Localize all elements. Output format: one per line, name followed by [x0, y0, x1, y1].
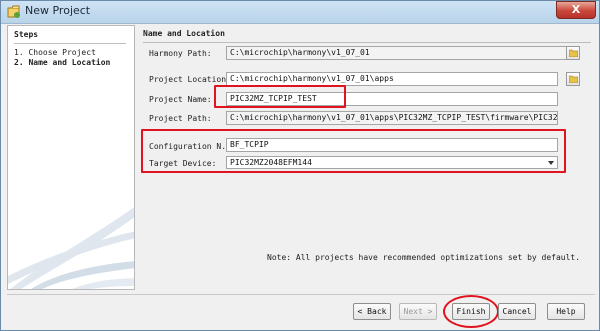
new-project-icon	[7, 5, 20, 18]
back-button[interactable]: < Back	[353, 303, 391, 320]
close-button[interactable]: X	[556, 1, 596, 19]
project-location-field[interactable]: C:\microchip\harmony\v1_07_01\apps	[226, 72, 558, 86]
project-path-field[interactable]: C:\microchip\harmony\v1_07_01\apps\PIC32…	[226, 111, 558, 125]
section-divider	[143, 42, 591, 43]
project-location-browse-button[interactable]	[566, 72, 580, 86]
step-choose-project: 1. Choose Project	[14, 48, 96, 57]
name-and-location-panel: Name and Location Harmony Path: C:\micro…	[139, 25, 595, 290]
button-bar-divider	[7, 294, 595, 295]
decorative-swoosh-graphic	[8, 207, 134, 289]
steps-divider	[14, 43, 126, 44]
steps-title: Steps	[14, 30, 39, 39]
configuration-highlight	[141, 129, 566, 173]
project-name-highlight	[214, 85, 346, 108]
new-project-dialog: New Project X Steps 1. Choose Project 2.…	[0, 0, 600, 331]
step-name-and-location: 2. Name and Location	[14, 58, 111, 67]
harmony-path-label: Harmony Path:	[149, 49, 212, 58]
project-path-label: Project Path:	[149, 114, 212, 123]
project-location-label: Project Location:	[149, 75, 231, 84]
harmony-path-field[interactable]: C:\microchip\harmony\v1_07_01	[226, 46, 568, 60]
steps-panel: Steps 1. Choose Project 2. Name and Loca…	[7, 25, 135, 290]
folder-icon	[569, 75, 578, 83]
window-title: New Project	[25, 4, 91, 17]
finish-button-highlight	[443, 295, 499, 328]
folder-icon	[569, 49, 578, 57]
cancel-button[interactable]: Cancel	[498, 303, 536, 320]
title-bar: New Project X	[1, 1, 599, 24]
section-title: Name and Location	[143, 29, 225, 38]
next-button[interactable]: Next >	[399, 303, 437, 320]
help-button[interactable]: Help	[547, 303, 585, 320]
project-name-label: Project Name:	[149, 95, 212, 104]
optimization-note: Note: All projects have recommended opti…	[267, 253, 581, 262]
harmony-path-browse-button[interactable]	[566, 46, 580, 60]
